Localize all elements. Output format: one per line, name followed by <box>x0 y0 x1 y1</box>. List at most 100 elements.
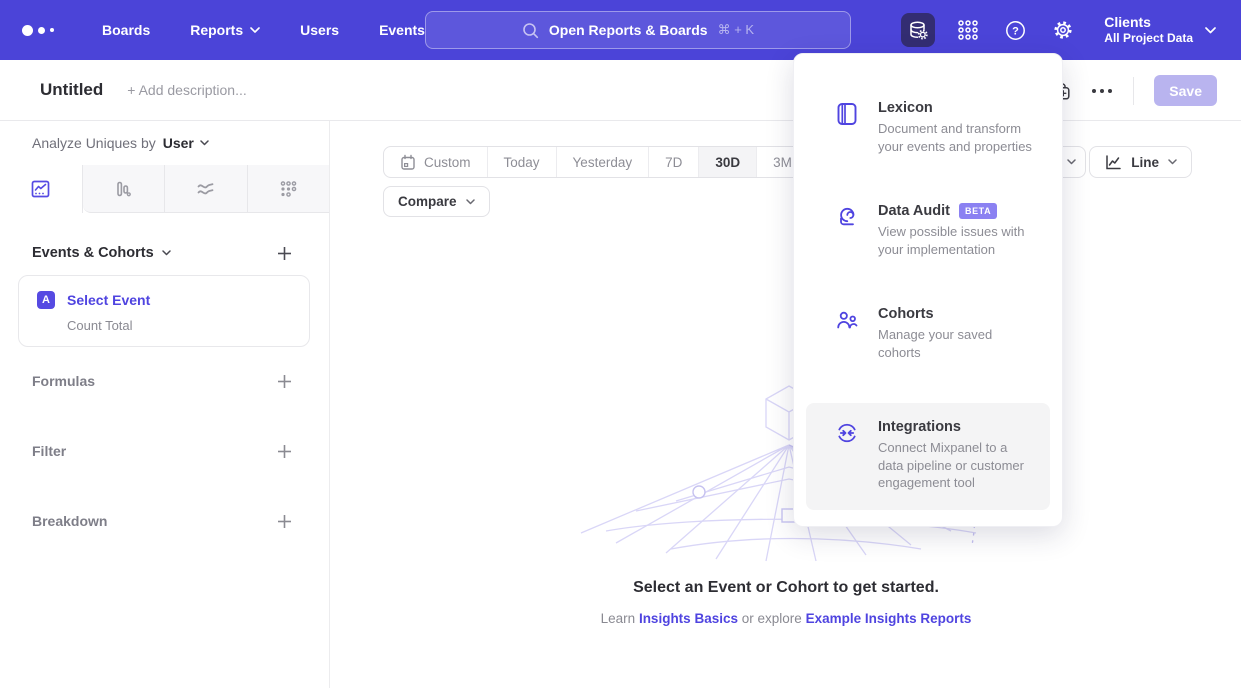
add-event-button[interactable] <box>277 246 292 261</box>
more-options-button[interactable] <box>1091 88 1113 94</box>
breakdown-label: Breakdown <box>32 513 107 529</box>
chevron-down-icon <box>1205 27 1216 34</box>
gear-icon <box>1052 19 1074 41</box>
filter-label: Filter <box>32 443 66 459</box>
chevron-down-icon <box>466 199 475 205</box>
chevron-down-icon <box>1067 159 1076 165</box>
chevron-down-icon <box>250 27 260 33</box>
compare-label: Compare <box>398 194 457 209</box>
menu-item-desc: View possible issues with your implement… <box>878 223 1036 258</box>
breakdown-section: Breakdown <box>0 509 329 533</box>
events-cohorts-toggle[interactable]: Events & Cohorts <box>32 245 171 261</box>
menu-item-integrations[interactable]: Integrations Connect Mixpanel to a data … <box>806 403 1050 510</box>
help-button[interactable]: ? <box>1005 20 1026 41</box>
analyze-by-selector[interactable]: User <box>163 135 209 151</box>
tab-insights-line[interactable] <box>0 165 83 213</box>
menu-item-title: Integrations <box>878 419 961 435</box>
date-range-7d[interactable]: 7D <box>648 147 698 177</box>
empty-state-title: Select an Event or Cohort to get started… <box>331 579 1241 597</box>
plus-icon <box>277 246 292 261</box>
nav-label: Users <box>300 22 339 38</box>
menu-item-data-audit[interactable]: Data Audit BETA View possible issues wit… <box>806 193 1050 270</box>
menu-item-cohorts[interactable]: Cohorts Manage your saved cohorts <box>806 296 1050 373</box>
date-range-custom[interactable]: Custom <box>384 147 487 177</box>
tab-flow-chart[interactable] <box>164 165 247 213</box>
add-filter-button[interactable] <box>277 444 292 459</box>
date-range-30d[interactable]: 30D <box>698 147 756 177</box>
date-range-control: Custom Today Yesterday 7D 30D 3M 6M <box>383 146 861 178</box>
menu-item-lexicon[interactable]: Lexicon Document and transform your even… <box>806 90 1050 167</box>
formulas-label: Formulas <box>32 373 95 389</box>
insights-basics-link[interactable]: Insights Basics <box>639 611 738 626</box>
range-label: Today <box>504 155 540 170</box>
divider <box>1133 77 1134 105</box>
project-selector[interactable]: Clients All Project Data <box>1104 14 1216 46</box>
plus-icon <box>277 514 292 529</box>
nav-item-events[interactable]: Events <box>379 22 425 38</box>
example-reports-link[interactable]: Example Insights Reports <box>806 611 972 626</box>
retention-tab-icon <box>278 179 298 199</box>
analyze-prefix: Analyze Uniques by <box>32 135 156 151</box>
menu-item-desc: Document and transform your events and p… <box>878 120 1036 155</box>
tab-bar-chart[interactable] <box>83 165 165 213</box>
chart-type-label: Line <box>1131 155 1159 170</box>
nav-item-reports[interactable]: Reports <box>190 22 260 38</box>
query-builder-sidebar: Analyze Uniques by User <box>0 121 330 688</box>
menu-item-desc: Connect Mixpanel to a data pipeline or c… <box>878 439 1036 492</box>
global-search-bar[interactable]: Open Reports & Boards ⌘ + K <box>425 11 851 49</box>
menu-item-title: Lexicon <box>878 100 933 116</box>
beta-badge: BETA <box>959 203 997 219</box>
report-title[interactable]: Untitled <box>40 80 103 100</box>
database-gear-icon <box>908 20 929 41</box>
nav-label: Reports <box>190 22 243 38</box>
svg-text:?: ? <box>1012 25 1019 37</box>
range-label: 30D <box>715 155 740 170</box>
range-label: 7D <box>665 155 682 170</box>
apps-grid-button[interactable] <box>957 19 979 41</box>
chevron-down-icon <box>200 140 209 146</box>
date-range-today[interactable]: Today <box>487 147 556 177</box>
chart-type-tabs <box>0 165 329 213</box>
date-range-yesterday[interactable]: Yesterday <box>556 147 649 177</box>
event-series-badge: A <box>37 291 55 309</box>
range-label: Yesterday <box>573 155 633 170</box>
filter-section: Filter <box>0 439 329 463</box>
tab-retention-grid[interactable] <box>247 165 330 213</box>
ellipsis-icon <box>1091 88 1113 94</box>
menu-item-title: Data Audit <box>878 203 950 219</box>
settings-button[interactable] <box>1052 19 1074 41</box>
add-formula-button[interactable] <box>277 374 292 389</box>
count-type-selector[interactable]: Count Total <box>19 318 309 333</box>
data-management-menu: Lexicon Document and transform your even… <box>793 53 1063 527</box>
line-chart-icon <box>1104 154 1122 171</box>
data-audit-icon <box>834 204 860 258</box>
event-row: A Select Event <box>19 291 309 309</box>
data-management-button[interactable] <box>901 13 935 47</box>
mixpanel-logo[interactable] <box>22 25 66 36</box>
top-nav: Boards Reports Users Events Open Reports… <box>0 0 1241 60</box>
formulas-section: Formulas <box>0 369 329 393</box>
menu-item-title: Cohorts <box>878 306 934 322</box>
range-label: 3M <box>773 155 792 170</box>
nav-label: Boards <box>102 22 150 38</box>
empty-prefix: Learn <box>601 611 636 626</box>
plus-icon <box>277 444 292 459</box>
menu-item-desc: Manage your saved cohorts <box>878 326 1036 361</box>
save-button[interactable]: Save <box>1154 75 1217 106</box>
plus-icon <box>277 374 292 389</box>
chevron-down-icon <box>162 250 171 256</box>
add-description-field[interactable]: + Add description... <box>127 82 246 98</box>
compare-dropdown[interactable]: Compare <box>383 186 490 217</box>
range-label: Custom <box>424 155 471 170</box>
event-card[interactable]: A Select Event Count Total <box>18 275 310 347</box>
search-shortcut: ⌘ + K <box>718 22 755 38</box>
nav-item-users[interactable]: Users <box>300 22 339 38</box>
add-breakdown-button[interactable] <box>277 514 292 529</box>
integrations-icon <box>834 420 860 492</box>
empty-middle: or explore <box>742 611 802 626</box>
nav-item-boards[interactable]: Boards <box>102 22 150 38</box>
project-name: All Project Data <box>1104 31 1193 46</box>
logo-dot <box>22 25 33 36</box>
chart-type-dropdown[interactable]: Line <box>1089 146 1192 178</box>
select-event-button[interactable]: Select Event <box>67 292 150 308</box>
